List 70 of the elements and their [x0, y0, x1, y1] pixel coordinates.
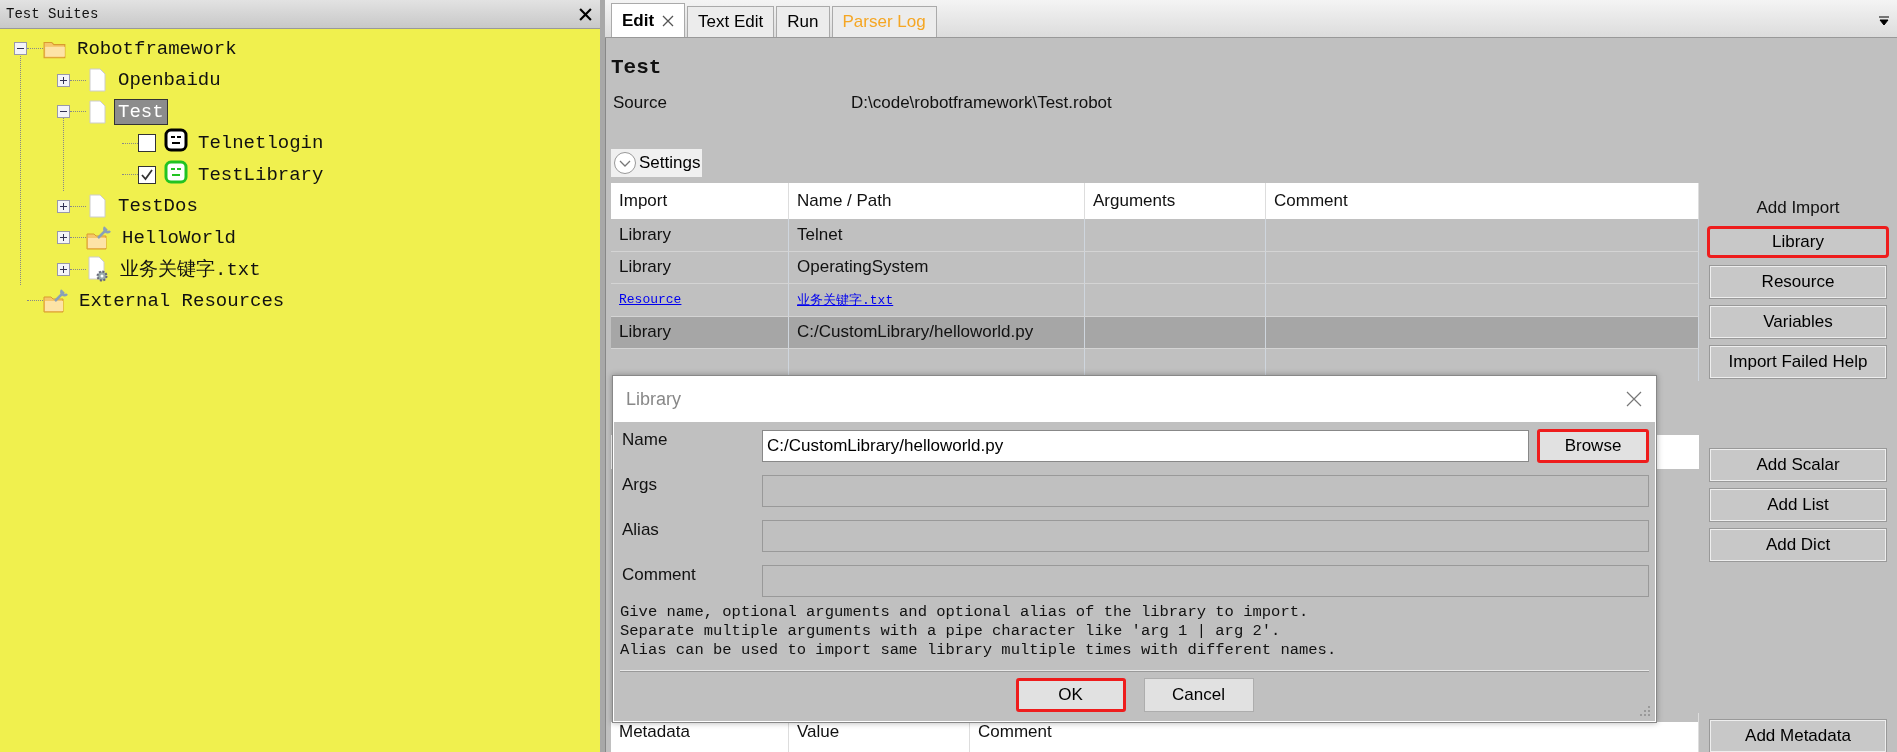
file-icon: [86, 194, 108, 219]
tab[interactable]: Text Edit: [687, 6, 775, 37]
table-row[interactable]: Library OperatingSystem: [611, 251, 1699, 284]
tab[interactable]: Run: [776, 6, 830, 37]
file-gear-icon: [86, 256, 110, 283]
dropdown-icon[interactable]: [1879, 16, 1889, 26]
table-row[interactable]: Resource 业务关键字.txt: [611, 284, 1699, 317]
field-label: Name: [621, 429, 669, 450]
tree-item[interactable]: 业务关键字.txt: [116, 254, 265, 285]
collapse-icon[interactable]: [57, 105, 70, 119]
suite-title: Test: [611, 56, 663, 79]
tree-item[interactable]: TestLibrary: [194, 161, 328, 188]
file-icon: [86, 68, 108, 93]
expand-icon[interactable]: [57, 73, 70, 87]
side-button[interactable]: Add Metadata: [1710, 720, 1886, 752]
side-button[interactable]: Import Failed Help: [1710, 346, 1886, 378]
browse-button[interactable]: Browse: [1537, 428, 1649, 463]
dialog-button[interactable]: Cancel: [1143, 678, 1254, 712]
tab[interactable]: Edit: [611, 3, 686, 37]
field-label: Alias: [621, 519, 660, 540]
source-label: Source: [612, 93, 668, 113]
folder-wrench-icon: [43, 288, 69, 313]
table-row[interactable]: Library Telnet: [611, 219, 1699, 252]
table-cell: Library: [619, 257, 671, 278]
table-cell: Telnet: [797, 224, 843, 245]
tree-item[interactable]: Openbaidu: [114, 67, 225, 94]
chevron-icon: [613, 151, 637, 175]
expand-icon[interactable]: [57, 262, 70, 276]
expand-icon[interactable]: [57, 231, 70, 245]
checkbox[interactable]: [138, 134, 156, 153]
settings-toggle[interactable]: Settings: [611, 149, 703, 177]
robot-icon: [164, 159, 188, 184]
side-button[interactable]: Resource: [1710, 266, 1886, 298]
table-row[interactable]: Library C:/CustomLibrary/helloworld.py: [611, 316, 1699, 349]
tree-item[interactable]: TestDos: [114, 193, 202, 220]
help-text: Separate multiple arguments with a pipe character like 'arg 1 | arg 2'.: [620, 622, 1282, 641]
dialog-title: Library: [626, 388, 682, 410]
robot-icon: [164, 128, 188, 153]
field-label: Args: [621, 474, 658, 495]
close-icon[interactable]: [579, 7, 592, 21]
tree-item[interactable]: HelloWorld: [118, 224, 241, 251]
help-text: Alias can be used to import same library multiple times with different names.: [620, 641, 1338, 660]
link[interactable]: Resource: [619, 292, 682, 308]
panel-title: Test Suites: [6, 6, 99, 22]
tree-item[interactable]: External Resources: [75, 287, 289, 314]
help-text: Give name, optional arguments and optional alias of the library to import.: [620, 603, 1310, 622]
section-heading: Add Import: [1756, 198, 1840, 218]
tree-item[interactable]: Telnetlogin: [194, 130, 328, 157]
file-icon: [86, 99, 108, 124]
folder-wrench-icon: [86, 225, 112, 250]
tree-item[interactable]: Robotframework: [73, 35, 241, 62]
table-cell: Library: [619, 322, 671, 343]
table-cell: C:/CustomLibrary/helloworld.py: [797, 322, 1034, 343]
side-button[interactable]: Library: [1707, 226, 1889, 258]
input-field[interactable]: C:/CustomLibrary/helloworld.py: [762, 429, 1529, 462]
source-path: D:\code\robotframework\Test.robot: [851, 93, 1112, 113]
checkbox[interactable]: [138, 165, 156, 184]
expand-icon[interactable]: [57, 199, 70, 213]
side-button[interactable]: Variables: [1710, 306, 1886, 338]
collapse-icon[interactable]: [14, 42, 27, 56]
side-button[interactable]: Add Dict: [1710, 529, 1886, 561]
close-icon[interactable]: [662, 14, 675, 27]
side-button[interactable]: Add Scalar: [1710, 449, 1886, 481]
side-button[interactable]: Add List: [1710, 489, 1886, 521]
resize-grip-icon[interactable]: [1639, 705, 1651, 717]
dialog-button[interactable]: OK: [1015, 678, 1126, 712]
table-cell: Library: [619, 224, 671, 245]
table-cell: OperatingSystem: [797, 257, 929, 278]
link[interactable]: 业务关键字.txt: [797, 290, 894, 309]
field-label: Comment: [621, 564, 697, 585]
